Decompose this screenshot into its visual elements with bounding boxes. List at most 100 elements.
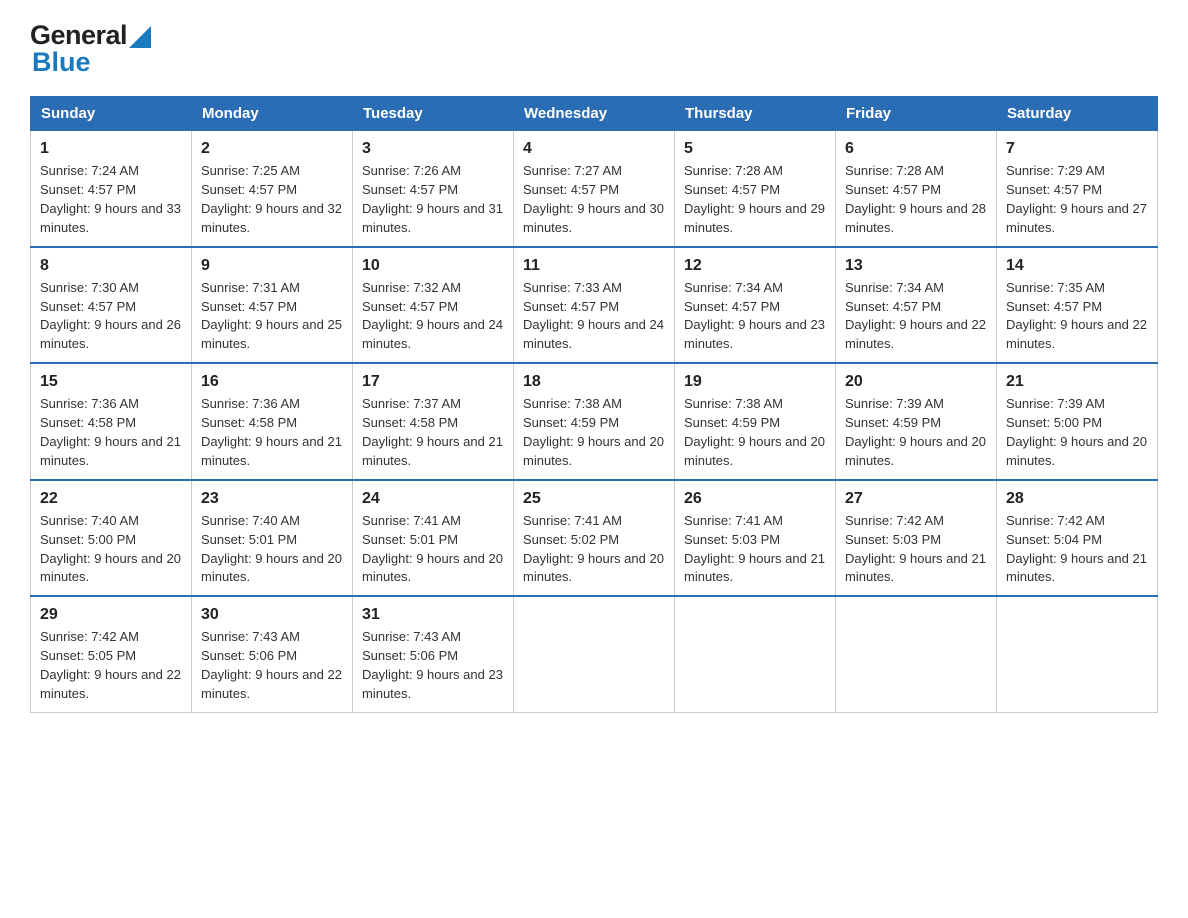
day-number: 30 [201,603,343,626]
day-info: Sunrise: 7:43 AMSunset: 5:06 PMDaylight:… [201,629,342,701]
calendar-cell: 30 Sunrise: 7:43 AMSunset: 5:06 PMDayligh… [192,596,353,712]
day-info: Sunrise: 7:37 AMSunset: 4:58 PMDaylight:… [362,396,503,468]
calendar-cell: 2Sunrise: 7:25 AMSunset: 4:57 PMDaylight… [192,131,353,247]
calendar-cell: 10 Sunrise: 7:32 AMSunset: 4:57 PMDayligh… [353,247,514,364]
day-number: 11 [523,254,665,277]
day-number: 3 [362,137,504,160]
calendar-cell: 8 Sunrise: 7:30 AMSunset: 4:57 PMDaylight… [31,247,192,364]
header-row: Sunday Monday Tuesday Wednesday Thursday… [31,97,1158,131]
day-number: 2 [201,137,343,160]
day-number: 7 [1006,137,1148,160]
day-number: 27 [845,487,987,510]
calendar-cell: 12 Sunrise: 7:34 AMSunset: 4:57 PMDayligh… [675,247,836,364]
calendar-cell: 14 Sunrise: 7:35 AMSunset: 4:57 PMDayligh… [997,247,1158,364]
col-tuesday: Tuesday [353,97,514,131]
calendar-cell: 25 Sunrise: 7:41 AMSunset: 5:02 PMDayligh… [514,480,675,597]
calendar-cell: 19 Sunrise: 7:38 AMSunset: 4:59 PMDayligh… [675,363,836,480]
day-info: Sunrise: 7:32 AMSunset: 4:57 PMDaylight:… [362,280,503,352]
day-info: Sunrise: 7:41 AMSunset: 5:01 PMDaylight:… [362,513,503,585]
day-info: Sunrise: 7:42 AMSunset: 5:03 PMDaylight:… [845,513,986,585]
col-friday: Friday [836,97,997,131]
calendar-cell: 7 Sunrise: 7:29 AMSunset: 4:57 PMDaylight… [997,131,1158,247]
day-info: Sunrise: 7:36 AMSunset: 4:58 PMDaylight:… [201,396,342,468]
calendar-cell: 9 Sunrise: 7:31 AMSunset: 4:57 PMDaylight… [192,247,353,364]
calendar-cell: 18 Sunrise: 7:38 AMSunset: 4:59 PMDayligh… [514,363,675,480]
day-number: 13 [845,254,987,277]
logo: General Blue [30,20,151,78]
day-info: Sunrise: 7:42 AMSunset: 5:04 PMDaylight:… [1006,513,1147,585]
day-info: Sunrise: 7:24 AMSunset: 4:57 PMDaylight:… [40,163,181,235]
day-number: 28 [1006,487,1148,510]
day-info: Sunrise: 7:41 AMSunset: 5:02 PMDaylight:… [523,513,664,585]
calendar-header: Sunday Monday Tuesday Wednesday Thursday… [31,97,1158,131]
week-row-5: 29 Sunrise: 7:42 AMSunset: 5:05 PMDayligh… [31,596,1158,712]
week-row-2: 8 Sunrise: 7:30 AMSunset: 4:57 PMDaylight… [31,247,1158,364]
day-number: 9 [201,254,343,277]
day-info: Sunrise: 7:34 AMSunset: 4:57 PMDaylight:… [684,280,825,352]
day-info: Sunrise: 7:39 AMSunset: 4:59 PMDaylight:… [845,396,986,468]
day-number: 16 [201,370,343,393]
calendar-cell: 16 Sunrise: 7:36 AMSunset: 4:58 PMDayligh… [192,363,353,480]
calendar-table: Sunday Monday Tuesday Wednesday Thursday… [30,96,1158,713]
day-info: Sunrise: 7:31 AMSunset: 4:57 PMDaylight:… [201,280,342,352]
day-number: 21 [1006,370,1148,393]
calendar-cell [836,596,997,712]
day-info: Sunrise: 7:29 AMSunset: 4:57 PMDaylight:… [1006,163,1147,235]
calendar-cell: 29 Sunrise: 7:42 AMSunset: 5:05 PMDayligh… [31,596,192,712]
day-info: Sunrise: 7:43 AMSunset: 5:06 PMDaylight:… [362,629,503,701]
calendar-cell [675,596,836,712]
calendar-cell: 26 Sunrise: 7:41 AMSunset: 5:03 PMDayligh… [675,480,836,597]
day-number: 18 [523,370,665,393]
calendar-cell: 22Sunrise: 7:40 AMSunset: 5:00 PMDayligh… [31,480,192,597]
day-number: 8 [40,254,182,277]
day-number: 6 [845,137,987,160]
day-number: 20 [845,370,987,393]
logo-arrow-icon [129,26,151,48]
header: General Blue [30,20,1158,78]
day-number: 1 [40,137,182,160]
day-info: Sunrise: 7:41 AMSunset: 5:03 PMDaylight:… [684,513,825,585]
calendar-cell: 31Sunrise: 7:43 AMSunset: 5:06 PMDayligh… [353,596,514,712]
calendar-cell: 20 Sunrise: 7:39 AMSunset: 4:59 PMDayligh… [836,363,997,480]
col-wednesday: Wednesday [514,97,675,131]
day-number: 22 [40,487,182,510]
day-number: 26 [684,487,826,510]
day-number: 10 [362,254,504,277]
calendar-cell: 11 Sunrise: 7:33 AMSunset: 4:57 PMDayligh… [514,247,675,364]
day-number: 19 [684,370,826,393]
logo-blue-text: Blue [32,47,91,77]
calendar-cell: 21 Sunrise: 7:39 AMSunset: 5:00 PMDayligh… [997,363,1158,480]
day-number: 25 [523,487,665,510]
day-number: 17 [362,370,504,393]
day-info: Sunrise: 7:38 AMSunset: 4:59 PMDaylight:… [523,396,664,468]
day-info: Sunrise: 7:26 AMSunset: 4:57 PMDaylight:… [362,163,503,235]
day-info: Sunrise: 7:30 AMSunset: 4:57 PMDaylight:… [40,280,181,352]
week-row-3: 15 Sunrise: 7:36 AMSunset: 4:58 PMDayligh… [31,363,1158,480]
day-number: 4 [523,137,665,160]
day-info: Sunrise: 7:36 AMSunset: 4:58 PMDaylight:… [40,396,181,468]
calendar-cell: 6Sunrise: 7:28 AMSunset: 4:57 PMDaylight… [836,131,997,247]
day-info: Sunrise: 7:42 AMSunset: 5:05 PMDaylight:… [40,629,181,701]
col-sunday: Sunday [31,97,192,131]
calendar-cell [997,596,1158,712]
day-info: Sunrise: 7:33 AMSunset: 4:57 PMDaylight:… [523,280,664,352]
week-row-1: 1 Sunrise: 7:24 AMSunset: 4:57 PMDaylight… [31,131,1158,247]
calendar-cell: 23Sunrise: 7:40 AMSunset: 5:01 PMDayligh… [192,480,353,597]
day-number: 14 [1006,254,1148,277]
day-info: Sunrise: 7:35 AMSunset: 4:57 PMDaylight:… [1006,280,1147,352]
calendar-cell: 17 Sunrise: 7:37 AMSunset: 4:58 PMDayligh… [353,363,514,480]
day-number: 12 [684,254,826,277]
day-number: 23 [201,487,343,510]
day-info: Sunrise: 7:34 AMSunset: 4:57 PMDaylight:… [845,280,986,352]
day-number: 29 [40,603,182,626]
col-thursday: Thursday [675,97,836,131]
col-monday: Monday [192,97,353,131]
day-info: Sunrise: 7:39 AMSunset: 5:00 PMDaylight:… [1006,396,1147,468]
day-number: 24 [362,487,504,510]
day-info: Sunrise: 7:38 AMSunset: 4:59 PMDaylight:… [684,396,825,468]
calendar-cell: 5Sunrise: 7:28 AMSunset: 4:57 PMDaylight… [675,131,836,247]
calendar-cell: 27 Sunrise: 7:42 AMSunset: 5:03 PMDayligh… [836,480,997,597]
page-wrapper: General Blue Sunday Monday Tuesday Wedne… [0,0,1188,743]
day-number: 15 [40,370,182,393]
calendar-cell: 13 Sunrise: 7:34 AMSunset: 4:57 PMDayligh… [836,247,997,364]
